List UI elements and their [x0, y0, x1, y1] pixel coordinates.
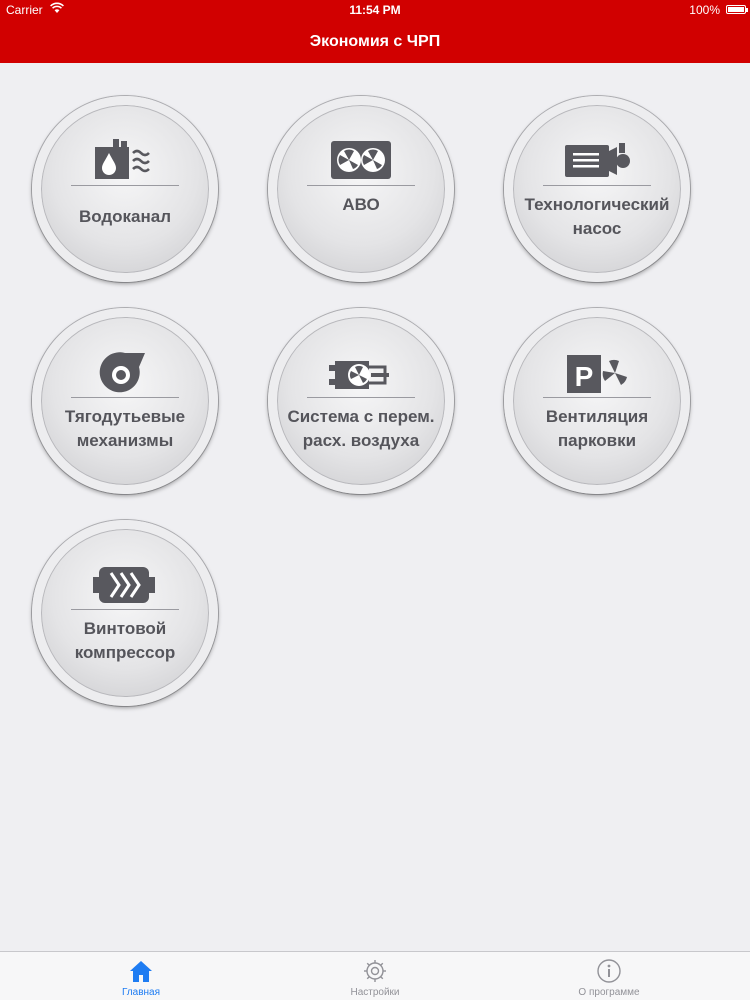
tile-label: Винтовой компрессор: [74, 619, 176, 662]
gear-icon: [362, 958, 388, 984]
tile-variable-air-system[interactable]: Система с перем. расх. воздуха: [268, 308, 454, 494]
water-utility-icon: [85, 137, 165, 185]
process-pump-icon: [557, 137, 637, 185]
battery-icon: [726, 5, 748, 14]
status-time: 11:54 PM: [349, 3, 401, 17]
home-icon: [128, 958, 154, 984]
tile-divider: [543, 397, 651, 398]
navigation-bar: Экономия с ЧРП: [0, 21, 750, 63]
tile-divider: [71, 397, 179, 398]
tile-parking-ventilation[interactable]: P Вентиляция парковки: [504, 308, 690, 494]
tab-settings[interactable]: Настройки: [250, 952, 500, 1000]
tile-divider: [307, 397, 415, 398]
screw-compressor-icon: [85, 561, 165, 609]
tile-divider: [71, 185, 179, 186]
tile-label: Технологический насос: [524, 195, 670, 238]
tab-about[interactable]: О программе: [484, 952, 734, 1000]
page-title: Экономия с ЧРП: [309, 33, 441, 50]
tab-label: О программе: [578, 987, 640, 998]
tab-home[interactable]: Главная: [16, 952, 266, 1000]
tab-label: Настройки: [350, 987, 400, 998]
tile-label: Вентиляция парковки: [545, 407, 649, 450]
tile-process-pump[interactable]: Технологический насос: [504, 96, 690, 282]
draft-fan-icon: [85, 349, 165, 397]
parking-ventilation-icon: P: [557, 349, 637, 397]
tile-label: Тягодутьевые механизмы: [64, 407, 186, 450]
tile-draft-fan[interactable]: Тягодутьевые механизмы: [32, 308, 218, 494]
tile-divider: [71, 609, 179, 610]
battery-percentage: 100%: [689, 3, 720, 17]
tile-label: Система с перем. расх. воздуха: [287, 407, 435, 450]
tab-label: Главная: [121, 987, 161, 998]
variable-air-system-icon: [321, 349, 401, 397]
tile-label: Водоканал: [78, 207, 172, 226]
tile-air-cooler[interactable]: АВО: [268, 96, 454, 282]
tile-label: АВО: [342, 195, 380, 214]
tile-divider: [307, 185, 415, 186]
tab-bar: Главная Настройки О программе: [0, 951, 750, 1000]
air-cooler-icon: [321, 137, 401, 185]
status-bar: Carrier 11:54 PM 100%: [0, 0, 750, 21]
tile-water-utility[interactable]: Водоканал: [32, 96, 218, 282]
info-icon: [596, 958, 622, 984]
svg-text:P: P: [575, 361, 594, 392]
tile-screw-compressor[interactable]: Винтовой компрессор: [32, 520, 218, 706]
tile-divider: [543, 185, 651, 186]
